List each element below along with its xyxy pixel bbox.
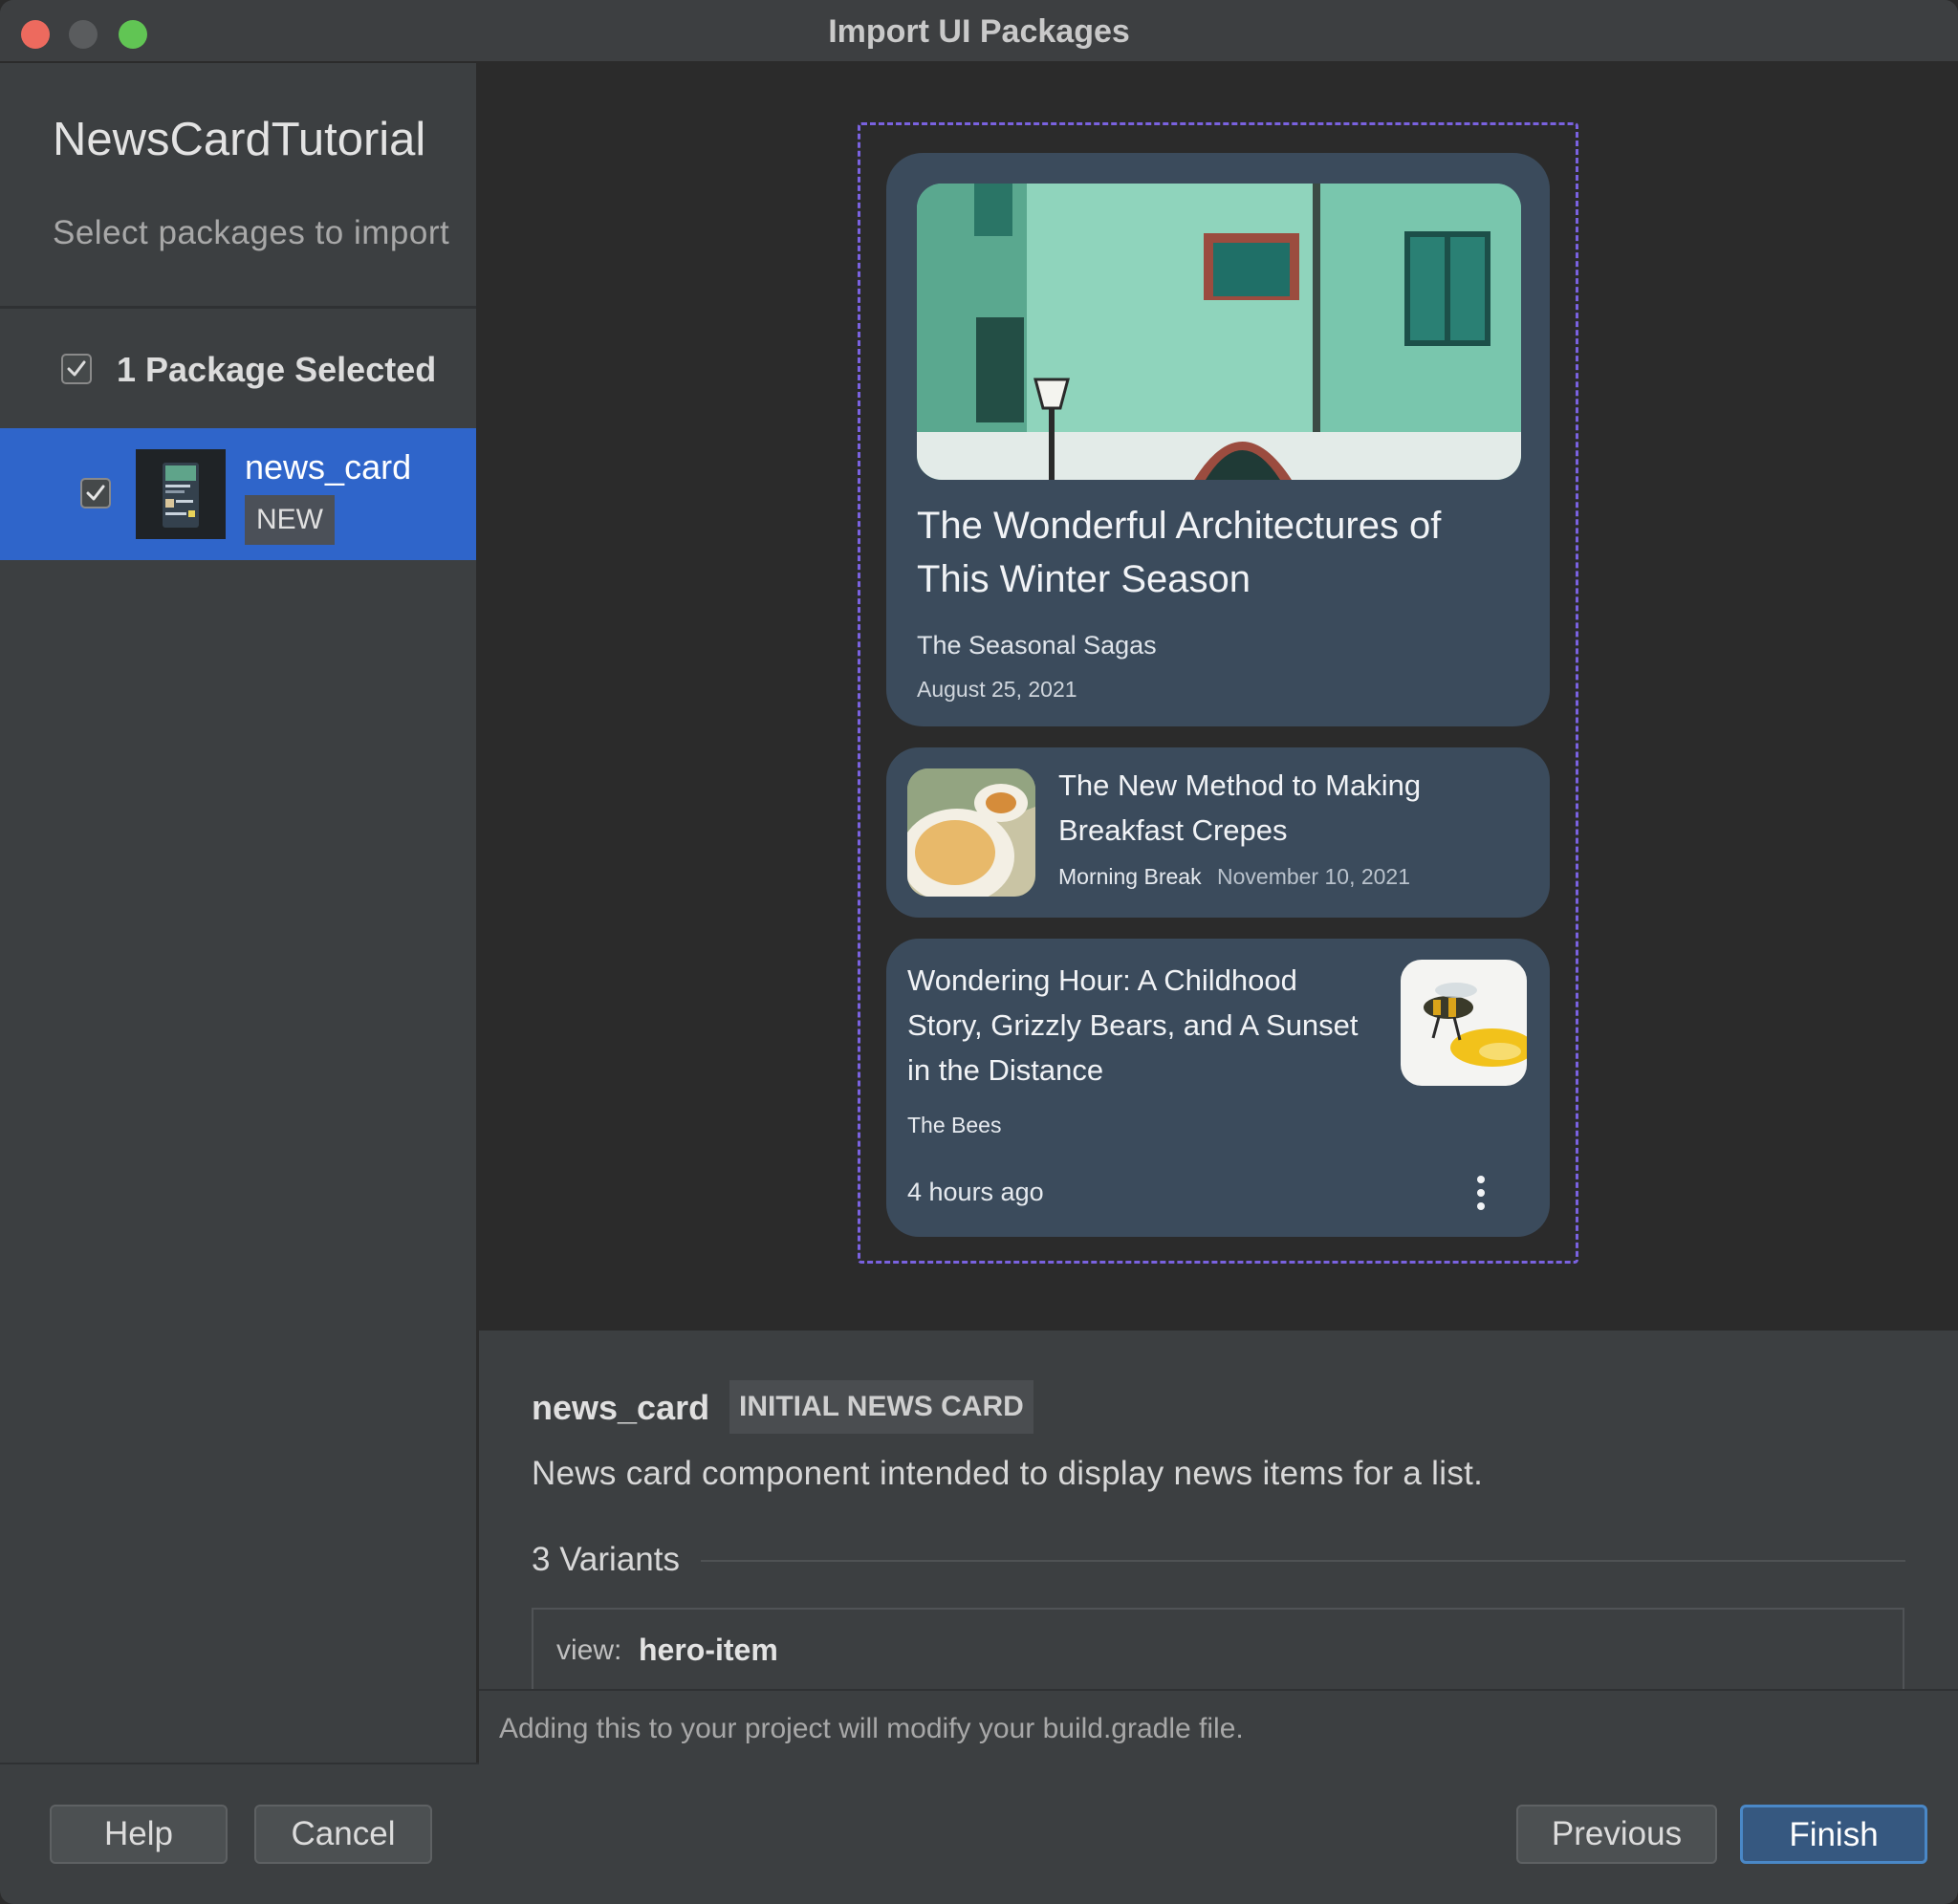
details-tag: INITIAL NEWS CARD	[729, 1380, 1033, 1434]
detailed-time: 4 hours ago	[907, 1178, 1044, 1206]
sidebar-subtitle: Select packages to import	[53, 214, 450, 251]
selection-summary: 1 Package Selected	[117, 350, 437, 389]
package-thumbnail	[136, 449, 226, 539]
hero-title: The Wonderful Architectures of This Wint…	[917, 505, 1442, 600]
window-title: Import UI Packages	[828, 13, 1130, 50]
preview-pane: The Wonderful Architectures of This Wint…	[479, 63, 1958, 1331]
hero-image	[917, 184, 1521, 480]
bee-image	[1401, 960, 1527, 1086]
import-dialog: Import UI Packages NewsCardTutorial Sele…	[0, 0, 1958, 1904]
details-package-name: news_card	[532, 1388, 710, 1427]
compact-date: November 10, 2021	[1217, 864, 1411, 889]
divider	[0, 306, 476, 309]
hero-source: The Seasonal Sagas	[917, 631, 1157, 660]
compact-title: The New Method to Making Breakfast Crepe…	[1058, 768, 1422, 847]
title-bar: Import UI Packages	[0, 0, 1958, 63]
crepes-image	[907, 768, 1035, 897]
sidebar: NewsCardTutorial Select packages to impo…	[0, 63, 479, 1763]
cancel-button[interactable]: Cancel	[254, 1805, 432, 1864]
new-badge: NEW	[245, 495, 335, 545]
project-name: NewsCardTutorial	[53, 114, 426, 165]
variant-view-value: hero-item	[639, 1633, 778, 1667]
variant-view-label: view:	[556, 1634, 622, 1666]
checkmark-icon	[86, 485, 105, 501]
detailed-news-card[interactable]: Wondering Hour: A Childhood Story, Grizz…	[886, 939, 1550, 1237]
hero-news-card[interactable]: The Wonderful Architectures of This Wint…	[886, 153, 1550, 726]
detailed-title: Wondering Hour: A Childhood Story, Grizz…	[907, 963, 1359, 1087]
compact-news-card[interactable]: The New Method to Making Breakfast Crepe…	[886, 747, 1550, 918]
previous-button[interactable]: Previous	[1516, 1805, 1717, 1864]
help-button[interactable]: Help	[50, 1805, 228, 1864]
package-item-news-card[interactable]: news_card NEW	[0, 428, 476, 560]
hero-date: August 25, 2021	[917, 677, 1077, 702]
variants-heading: 3 Variants	[532, 1541, 680, 1578]
checkmark-icon	[67, 360, 86, 377]
detailed-source: The Bees	[907, 1113, 1002, 1137]
more-vert-icon[interactable]	[1473, 1174, 1489, 1212]
package-details: news_card INITIAL NEWS CARD News card co…	[479, 1331, 1958, 1690]
variants-divider	[701, 1560, 1905, 1562]
details-description: News card component intended to display …	[532, 1455, 1484, 1492]
variant-item[interactable]: view: hero-item	[532, 1608, 1904, 1690]
finish-button[interactable]: Finish	[1740, 1805, 1927, 1864]
select-all-checkbox[interactable]	[61, 354, 92, 384]
compact-source: Morning Break	[1058, 864, 1202, 889]
package-name: news_card	[245, 447, 412, 487]
package-checkbox[interactable]	[80, 478, 111, 508]
divider	[479, 1689, 1958, 1691]
build-gradle-note: Adding this to your project will modify …	[499, 1713, 1244, 1744]
divider	[0, 1763, 479, 1764]
